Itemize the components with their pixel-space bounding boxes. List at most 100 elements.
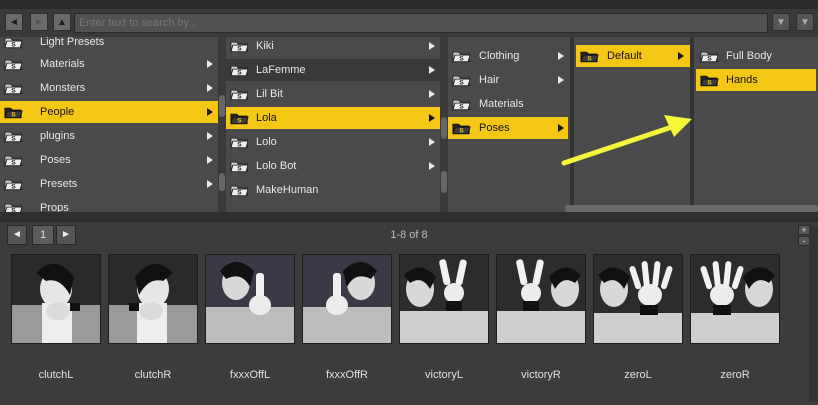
folder-icon bbox=[452, 75, 471, 87]
clear-icon[interactable]: ▼ bbox=[796, 13, 814, 31]
dropdown-arrow-icon[interactable]: ▼ bbox=[772, 13, 790, 31]
back-arrow-icon[interactable]: ◄ bbox=[5, 13, 23, 31]
column-3: Clothing Hair Materials Poses bbox=[448, 37, 570, 212]
thumbnail-label: fxxxOffR bbox=[326, 369, 368, 381]
thumbnail-label: victoryR bbox=[521, 369, 561, 381]
expand-arrow-icon bbox=[429, 90, 435, 98]
pose-preview-icon bbox=[109, 255, 197, 343]
thumbnail-item[interactable]: clutchL bbox=[11, 254, 101, 381]
folder-item[interactable]: Light Presets bbox=[0, 37, 218, 53]
folder-icon bbox=[230, 41, 249, 53]
thumbnail-item[interactable]: victoryR bbox=[496, 254, 586, 381]
expand-arrow-icon bbox=[207, 84, 213, 92]
thumbnail-item[interactable]: clutchR bbox=[108, 254, 198, 381]
pager-bar: ◄ 1 ► 1-8 of 8 + - bbox=[0, 222, 818, 248]
folder-item[interactable]: Presets bbox=[0, 173, 218, 195]
folder-icon bbox=[452, 51, 471, 63]
folder-icon bbox=[230, 137, 249, 149]
file-item[interactable]: Full Body bbox=[696, 45, 816, 67]
folder-item-selected[interactable]: People bbox=[0, 101, 218, 123]
folder-icon bbox=[230, 89, 249, 101]
folder-item-selected[interactable]: Poses bbox=[448, 117, 568, 139]
expand-arrow-icon bbox=[558, 52, 564, 60]
folder-item[interactable]: plugins bbox=[0, 125, 218, 147]
folder-icon bbox=[4, 155, 23, 167]
result-count: 1-8 of 8 bbox=[390, 229, 428, 241]
expand-arrow-icon bbox=[207, 60, 213, 68]
expand-arrow-icon bbox=[429, 66, 435, 74]
folder-item[interactable]: Materials bbox=[0, 53, 218, 75]
pose-preview-icon bbox=[497, 255, 585, 343]
folder-item[interactable]: LaFemme bbox=[226, 59, 440, 81]
folder-icon bbox=[230, 113, 249, 125]
folder-icon bbox=[4, 203, 23, 212]
expand-arrow-icon bbox=[207, 108, 213, 116]
thumbnail-item[interactable]: zeroR bbox=[690, 254, 780, 381]
pose-preview-icon bbox=[691, 255, 779, 343]
file-item-selected[interactable]: Hands bbox=[696, 69, 816, 91]
thumbnail-item[interactable]: fxxxOffR bbox=[302, 254, 392, 381]
scroll-thumb[interactable] bbox=[219, 95, 225, 117]
folder-icon bbox=[4, 59, 23, 71]
scroll-thumb[interactable] bbox=[441, 171, 447, 193]
thumbnail-image bbox=[399, 254, 489, 344]
folder-icon bbox=[4, 37, 23, 49]
folder-item[interactable]: MakeHuman bbox=[226, 179, 440, 201]
expand-arrow-icon bbox=[207, 132, 213, 140]
folder-item[interactable]: Kiki bbox=[226, 37, 440, 57]
thumbnail-label: victoryL bbox=[425, 369, 463, 381]
scroll-thumb[interactable] bbox=[219, 173, 225, 191]
pose-preview-icon bbox=[594, 255, 682, 343]
expand-arrow-icon bbox=[207, 156, 213, 164]
thumbnail-item[interactable]: fxxxOffL bbox=[205, 254, 295, 381]
folder-icon bbox=[580, 51, 599, 63]
up-arrow-icon[interactable]: ▲ bbox=[53, 13, 71, 31]
thumbnail-item[interactable]: victoryL bbox=[399, 254, 489, 381]
folder-item[interactable]: Hair bbox=[448, 69, 568, 91]
column-1-scrollbar[interactable] bbox=[218, 37, 226, 212]
horizontal-scrollbar[interactable] bbox=[565, 205, 818, 212]
expand-arrow-icon bbox=[207, 180, 213, 188]
column-2-scrollbar[interactable] bbox=[440, 37, 448, 212]
thumbnail-image bbox=[108, 254, 198, 344]
folder-icon bbox=[4, 179, 23, 191]
folder-icon bbox=[230, 65, 249, 77]
expand-arrow-icon bbox=[429, 114, 435, 122]
panel-divider[interactable] bbox=[0, 212, 818, 222]
thumbnail-image bbox=[205, 254, 295, 344]
expand-arrow-icon bbox=[558, 76, 564, 84]
thumbnail-label: zeroL bbox=[624, 369, 652, 381]
folder-item[interactable]: Monsters bbox=[0, 77, 218, 99]
folder-item-selected[interactable]: Lola bbox=[226, 107, 440, 129]
thumbnail-image bbox=[302, 254, 392, 344]
expand-arrow-icon bbox=[429, 42, 435, 50]
thumbnail-scrollbar[interactable] bbox=[809, 226, 818, 401]
thumbnail-image bbox=[496, 254, 586, 344]
thumbnail-label: fxxxOffL bbox=[229, 369, 271, 381]
thumbnail-image bbox=[11, 254, 101, 344]
pose-preview-icon bbox=[206, 255, 294, 343]
folder-item[interactable]: Lolo bbox=[226, 131, 440, 153]
thumbnail-item[interactable]: zeroL bbox=[593, 254, 683, 381]
folder-icon bbox=[230, 161, 249, 173]
folder-item-selected[interactable]: Default bbox=[576, 45, 690, 67]
folder-icon bbox=[4, 131, 23, 143]
folder-item[interactable]: Clothing bbox=[448, 45, 568, 67]
toolbar: ◄ ► ▲ ▼ ▼ bbox=[0, 9, 818, 37]
column-1: Light Presets Materials Monsters People … bbox=[0, 37, 218, 212]
folder-item[interactable]: Lolo Bot bbox=[226, 155, 440, 177]
folder-icon bbox=[452, 99, 471, 111]
folder-icon bbox=[4, 83, 23, 95]
folder-item[interactable]: Materials bbox=[448, 93, 568, 115]
category-browser: Light Presets Materials Monsters People … bbox=[0, 37, 818, 212]
pose-preview-icon bbox=[12, 255, 100, 343]
folder-item[interactable]: Lil Bit bbox=[226, 83, 440, 105]
folder-item[interactable]: Props bbox=[0, 197, 218, 212]
thumbnail-label: clutchL bbox=[38, 369, 74, 381]
folder-icon bbox=[700, 75, 719, 87]
folder-icon bbox=[452, 123, 471, 135]
folder-item[interactable]: Poses bbox=[0, 149, 218, 171]
search-input[interactable] bbox=[74, 13, 768, 33]
scroll-thumb[interactable] bbox=[441, 117, 447, 139]
forward-arrow-icon[interactable]: ► bbox=[30, 13, 48, 31]
